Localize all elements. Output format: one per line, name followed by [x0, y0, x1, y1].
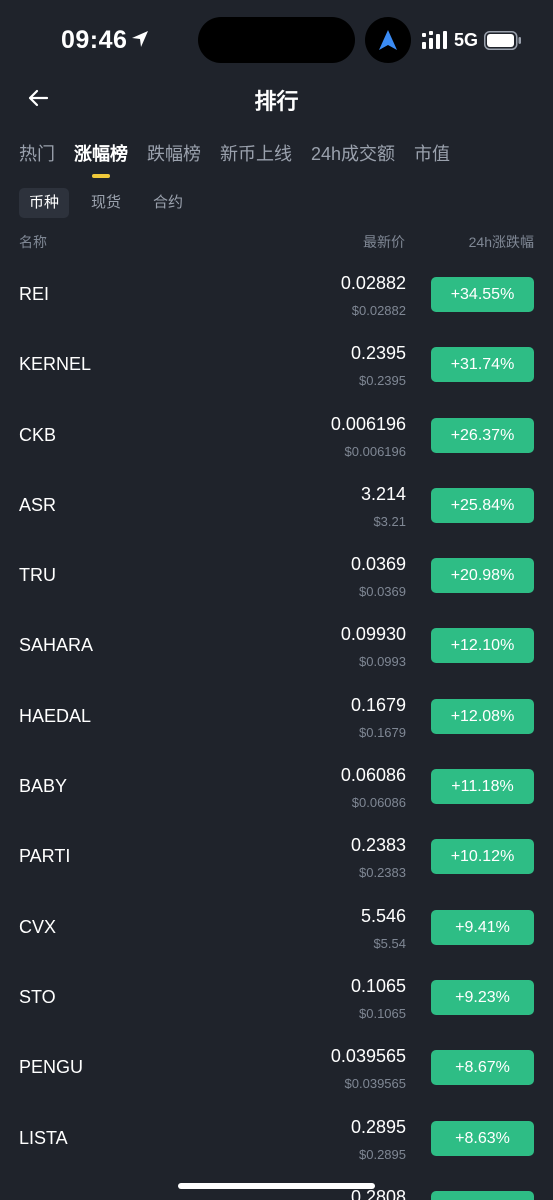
tab-market-cap[interactable]: 市值 [414, 140, 450, 180]
change-badge[interactable]: +9.41% [431, 909, 534, 945]
column-header-price[interactable]: 最新价 [363, 232, 405, 252]
usd-price: $0.02882 [351, 303, 406, 318]
coin-symbol: KERNEL [19, 354, 92, 375]
coin-symbol: ASR [19, 494, 57, 515]
usd-price: $0.06086 [351, 795, 406, 811]
status-bar: 09:46 5G [0, 0, 553, 80]
coin-symbol: PENGU [19, 1057, 84, 1078]
last-price: 0.1065 [350, 975, 406, 996]
table-row[interactable]: TRU 0.0369 $0.0369 +20.98% [0, 541, 553, 611]
change-badge[interactable]: +25.84% [431, 487, 534, 523]
subtab-coin[interactable]: 币种 [19, 188, 70, 218]
dynamic-island [198, 17, 355, 63]
ranking-tabs: 热门 涨幅榜 跌幅榜 新币上线 24h成交额 市值 [19, 140, 469, 180]
last-price: 0.039565 [330, 1046, 406, 1067]
last-price: 5.546 [360, 905, 406, 926]
change-badge[interactable]: +9.23% [431, 979, 534, 1015]
last-price: 0.2395 [350, 343, 406, 364]
change-badge[interactable]: +8.63% [431, 1120, 534, 1156]
battery-icon [484, 31, 521, 50]
last-price: 0.09930 [340, 624, 406, 645]
table-row[interactable]: PENGU 0.039565 $0.039565 +8.67% [0, 1033, 553, 1103]
change-badge[interactable]: +12.08% [431, 698, 534, 734]
navigation-arrow-icon [379, 30, 397, 50]
table-row[interactable]: SAHARA 0.09930 $0.0993 +12.10% [0, 611, 553, 681]
coin-symbol: SAHARA [19, 635, 94, 656]
table-row[interactable]: LISTA 0.2895 $0.2895 +8.63% [0, 1104, 553, 1174]
subtab-futures[interactable]: 合约 [143, 188, 193, 218]
change-badge[interactable]: +34.55% [431, 277, 534, 312]
change-badge[interactable]: +31.74% [431, 347, 534, 383]
table-row[interactable]: STO 0.1065 $0.1065 +9.23% [0, 963, 553, 1033]
tab-new-listings[interactable]: 新币上线 [220, 140, 292, 180]
column-header-name[interactable]: 名称 [19, 232, 47, 252]
page-title: 排行 [254, 89, 299, 114]
usd-price: $0.039565 [344, 1076, 406, 1092]
last-price: 0.2383 [350, 835, 406, 856]
last-price: 0.02882 [340, 273, 406, 293]
tab-24h-volume[interactable]: 24h成交额 [311, 140, 395, 180]
change-badge[interactable]: +11.18% [431, 769, 534, 805]
table-row[interactable]: BABY 0.06086 $0.06086 +11.18% [0, 752, 553, 822]
market-type-tabs: 币种 现货 合约 [19, 188, 205, 218]
tab-gainers[interactable]: 涨幅榜 [74, 140, 128, 180]
status-time: 09:46 [61, 26, 128, 54]
coin-symbol: CVX [19, 916, 57, 937]
column-headers: 名称 最新价 24h涨跌幅 [0, 232, 553, 252]
change-badge[interactable]: +10.12% [431, 839, 534, 875]
coin-symbol: HAEDAL [19, 705, 92, 726]
last-price: 0.06086 [340, 765, 406, 786]
usd-price: $0.0993 [359, 654, 406, 670]
home-indicator[interactable] [178, 1183, 375, 1189]
table-row[interactable]: CKB 0.006196 $0.006196 +26.37% [0, 401, 553, 471]
usd-price: $0.2395 [359, 373, 406, 389]
usd-price: $0.006196 [344, 443, 406, 459]
table-row[interactable]: REI 0.02882 $0.02882 +34.55% [0, 260, 553, 330]
signal-icon [422, 31, 447, 49]
last-price: 0.006196 [330, 413, 406, 434]
usd-price: $0.1679 [359, 724, 406, 740]
table-row[interactable]: ASR 3.214 $3.21 +25.84% [0, 471, 553, 541]
subtab-spot[interactable]: 现货 [81, 188, 131, 218]
coin-symbol: PARTI [19, 846, 71, 867]
navigation-indicator [365, 17, 411, 63]
table-row[interactable]: HAEDAL 0.1679 $0.1679 +12.08% [0, 682, 553, 752]
change-badge[interactable]: +8.67% [431, 1050, 534, 1086]
change-badge[interactable]: +12.10% [431, 628, 534, 664]
table-row[interactable]: KERNEL 0.2395 $0.2395 +31.74% [0, 330, 553, 400]
change-badge[interactable] [431, 1190, 534, 1200]
table-row[interactable]: PARTI 0.2383 $0.2383 +10.12% [0, 822, 553, 892]
header: 排行 [0, 74, 553, 122]
location-arrow-icon [132, 31, 148, 47]
usd-price: $0.1065 [359, 1005, 406, 1021]
last-price: 0.1679 [350, 694, 406, 715]
coin-symbol: CKB [19, 424, 57, 445]
coin-symbol: STO [19, 986, 56, 1007]
network-type: 5G [454, 30, 479, 50]
last-price: 0.2895 [350, 1116, 406, 1137]
usd-price: $3.21 [373, 513, 406, 529]
change-badge[interactable]: +26.37% [431, 417, 534, 453]
coin-symbol: REI [19, 284, 50, 304]
usd-price: $0.2383 [359, 865, 406, 881]
table-row[interactable]: CVX 5.546 $5.54 +9.41% [0, 893, 553, 963]
tab-losers[interactable]: 跌幅榜 [147, 140, 201, 180]
last-price: 3.214 [360, 483, 406, 504]
coin-symbol: TRU [19, 565, 56, 586]
coin-symbol: LISTA [19, 1127, 68, 1148]
tab-hot[interactable]: 热门 [19, 140, 55, 180]
change-badge[interactable]: +20.98% [431, 558, 534, 594]
usd-price: $0.0369 [359, 584, 406, 600]
coin-symbol: BABY [19, 776, 68, 797]
column-header-change[interactable]: 24h涨跌幅 [469, 232, 534, 252]
last-price: 0.0369 [350, 554, 406, 575]
ranking-list: REI 0.02882 $0.02882 +34.55% KERNEL 0.23… [0, 260, 553, 1200]
usd-price: $5.54 [373, 935, 406, 951]
usd-price: $0.2895 [359, 1146, 406, 1162]
